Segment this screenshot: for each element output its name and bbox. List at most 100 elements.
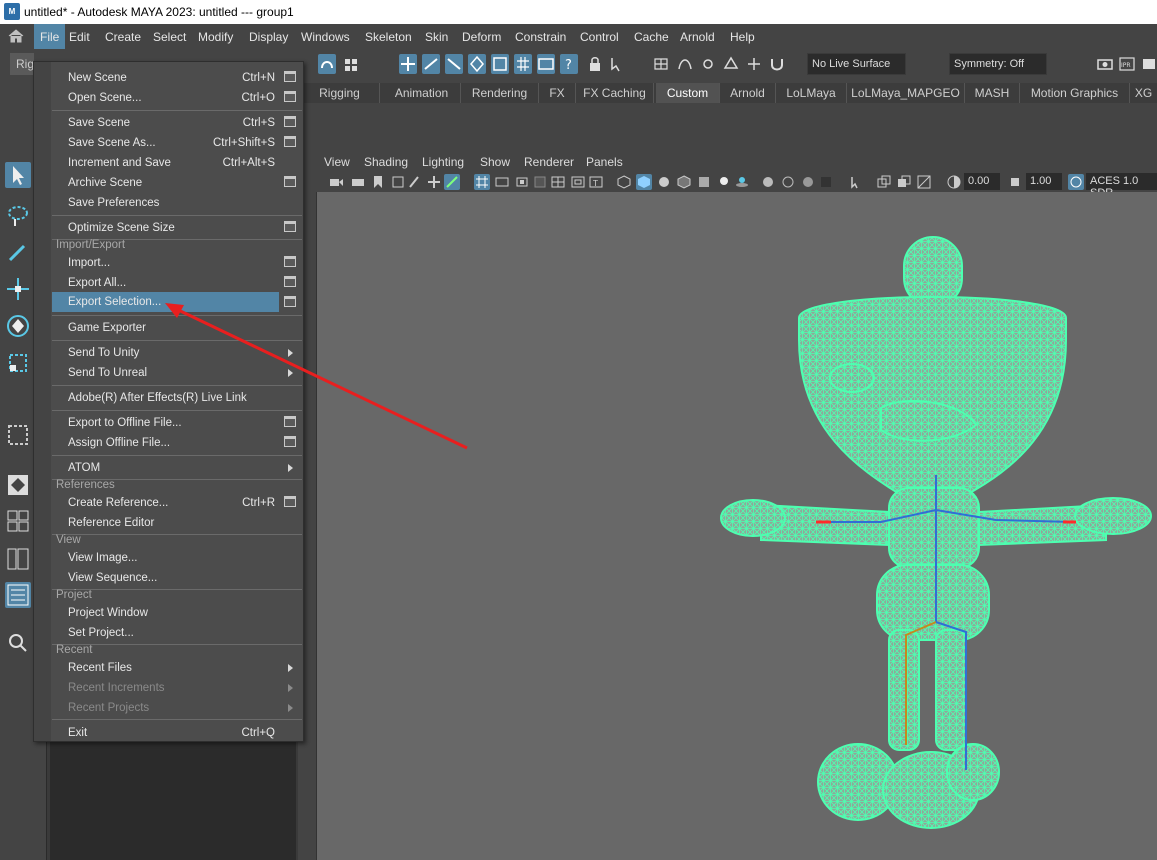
pivot-icon[interactable] bbox=[406, 174, 422, 190]
menu-item-set-project[interactable]: Set Project... bbox=[52, 623, 279, 643]
xray-joints-icon[interactable] bbox=[896, 174, 912, 190]
gamma-field[interactable]: 1.00 bbox=[1026, 173, 1062, 190]
menu-item-send-to-unity[interactable]: Send To Unity bbox=[52, 343, 279, 363]
film-gate-icon[interactable] bbox=[494, 174, 510, 190]
layout-single-icon[interactable] bbox=[5, 472, 31, 498]
layout-four-icon[interactable] bbox=[5, 508, 31, 534]
menu-item-open-scene[interactable]: Open Scene... Ctrl+O bbox=[52, 88, 279, 108]
menu-create[interactable]: Create bbox=[105, 30, 141, 44]
depth-of-field-icon[interactable] bbox=[818, 174, 834, 190]
menu-display[interactable]: Display bbox=[249, 30, 288, 44]
wireframe-icon[interactable] bbox=[616, 174, 632, 190]
menu-select[interactable]: Select bbox=[153, 30, 186, 44]
menu-item-optimize-scene[interactable]: Optimize Scene Size bbox=[52, 218, 279, 238]
tab-custom[interactable]: Custom bbox=[656, 83, 720, 103]
tab-rigging[interactable]: Rigging bbox=[300, 83, 380, 103]
menu-item-save-scene[interactable]: Save Scene Ctrl+S bbox=[52, 113, 279, 133]
snap-grid-icon[interactable] bbox=[514, 54, 532, 74]
menu-item-after-effects-link[interactable]: Adobe(R) After Effects(R) Live Link bbox=[52, 388, 297, 408]
tab-motion-graphics[interactable]: Motion Graphics bbox=[1020, 83, 1130, 103]
tab-mash[interactable]: MASH bbox=[965, 83, 1020, 103]
default-material-icon[interactable] bbox=[656, 174, 672, 190]
grid-toggle-icon[interactable] bbox=[474, 174, 490, 190]
menu-item-create-reference[interactable]: Create Reference... Ctrl+R bbox=[52, 493, 279, 513]
help-line-icon[interactable]: ? bbox=[560, 54, 578, 74]
layout-outliner-icon[interactable] bbox=[5, 582, 31, 608]
isolate-select-icon[interactable] bbox=[848, 174, 864, 190]
grid-select-icon[interactable] bbox=[342, 54, 360, 74]
menu-item-project-window[interactable]: Project Window bbox=[52, 603, 279, 623]
menu-help[interactable]: Help bbox=[730, 30, 755, 44]
select-tool-icon[interactable] bbox=[5, 162, 31, 188]
tab-arnold[interactable]: Arnold bbox=[720, 83, 776, 103]
layout-split-icon[interactable] bbox=[5, 546, 31, 572]
viewport-menu-shading[interactable]: Shading bbox=[364, 155, 408, 169]
gamma-icon[interactable] bbox=[1008, 174, 1024, 190]
option-box-icon[interactable] bbox=[284, 416, 296, 427]
snap-view-icon[interactable] bbox=[468, 54, 486, 74]
last-tool-icon[interactable] bbox=[5, 422, 31, 448]
make-live-icon[interactable] bbox=[745, 54, 763, 74]
select-lock-icon[interactable] bbox=[608, 54, 626, 74]
render-settings-icon[interactable] bbox=[1140, 54, 1157, 74]
menu-item-archive-scene[interactable]: Archive Scene bbox=[52, 173, 279, 193]
menu-item-view-sequence[interactable]: View Sequence... bbox=[52, 568, 279, 588]
backface-culling-icon[interactable] bbox=[916, 174, 932, 190]
snap-point-icon[interactable] bbox=[445, 54, 463, 74]
viewport-menu-show[interactable]: Show bbox=[480, 155, 510, 169]
live-surface-field[interactable]: No Live Surface bbox=[807, 53, 906, 75]
snap-to-curves-icon[interactable] bbox=[676, 54, 694, 74]
option-box-icon[interactable] bbox=[284, 256, 296, 267]
viewport-menu-lighting[interactable]: Lighting bbox=[422, 155, 464, 169]
menu-item-new-scene[interactable]: New Scene Ctrl+N bbox=[52, 68, 279, 88]
menu-item-save-preferences[interactable]: Save Preferences bbox=[52, 193, 279, 213]
lock-icon[interactable] bbox=[586, 54, 604, 74]
snap-to-points-icon[interactable] bbox=[699, 54, 717, 74]
render-frame-icon[interactable] bbox=[1096, 54, 1114, 74]
paint-select-icon[interactable] bbox=[5, 240, 31, 266]
option-box-icon[interactable] bbox=[284, 136, 296, 147]
option-box-icon[interactable] bbox=[284, 436, 296, 447]
symmetry-dropdown[interactable]: Symmetry: Off bbox=[949, 53, 1047, 75]
exposure-icon[interactable] bbox=[946, 174, 962, 190]
view-transform-field[interactable]: ACES 1.0 SDR bbox=[1086, 173, 1157, 199]
smooth-shade-icon[interactable] bbox=[636, 174, 652, 190]
ipr-render-icon[interactable]: IPR bbox=[1118, 54, 1136, 74]
textured-icon[interactable] bbox=[696, 174, 712, 190]
menu-item-save-scene-as[interactable]: Save Scene As... Ctrl+Shift+S bbox=[52, 133, 279, 153]
multisample-aa-icon[interactable] bbox=[800, 174, 816, 190]
scale-tool-icon[interactable] bbox=[5, 350, 31, 376]
tab-animation[interactable]: Animation bbox=[383, 83, 461, 103]
menu-item-export-offline[interactable]: Export to Offline File... bbox=[52, 413, 279, 433]
grease-pencil-icon[interactable] bbox=[426, 174, 442, 190]
image-plane-icon[interactable] bbox=[390, 174, 406, 190]
menu-edit[interactable]: Edit bbox=[69, 30, 90, 44]
tab-fx[interactable]: FX bbox=[539, 83, 576, 103]
menu-deform[interactable]: Deform bbox=[462, 30, 501, 44]
resolution-gate-icon[interactable] bbox=[514, 174, 530, 190]
tab-fx-caching[interactable]: FX Caching bbox=[576, 83, 654, 103]
menu-item-game-exporter[interactable]: Game Exporter bbox=[52, 318, 279, 338]
option-box-icon[interactable] bbox=[284, 276, 296, 287]
character-model[interactable] bbox=[317, 192, 1157, 860]
snap-to-view-planes-icon[interactable] bbox=[722, 54, 740, 74]
viewport-menu-panels[interactable]: Panels bbox=[586, 155, 623, 169]
menuset-dropdown[interactable]: Rig bbox=[10, 53, 34, 75]
wireframe-on-shaded-icon[interactable] bbox=[676, 174, 692, 190]
snap-surface-icon[interactable] bbox=[491, 54, 509, 74]
search-icon[interactable] bbox=[5, 630, 31, 656]
color-management-icon[interactable] bbox=[1068, 174, 1084, 190]
magnet-icon[interactable] bbox=[768, 54, 786, 74]
home-icon[interactable] bbox=[8, 29, 24, 43]
move-tool-icon[interactable] bbox=[5, 276, 31, 302]
menu-windows[interactable]: Windows bbox=[301, 30, 350, 44]
option-box-icon[interactable] bbox=[284, 176, 296, 187]
screen-space-ao-icon[interactable] bbox=[760, 174, 776, 190]
menu-item-import[interactable]: Import... bbox=[52, 253, 279, 273]
menu-item-view-image[interactable]: View Image... bbox=[52, 548, 279, 568]
xray-icon[interactable] bbox=[876, 174, 892, 190]
menu-skin[interactable]: Skin bbox=[425, 30, 448, 44]
viewport-menu-view[interactable]: View bbox=[324, 155, 350, 169]
menu-item-assign-offline[interactable]: Assign Offline File... bbox=[52, 433, 279, 453]
option-box-icon[interactable] bbox=[284, 296, 296, 307]
